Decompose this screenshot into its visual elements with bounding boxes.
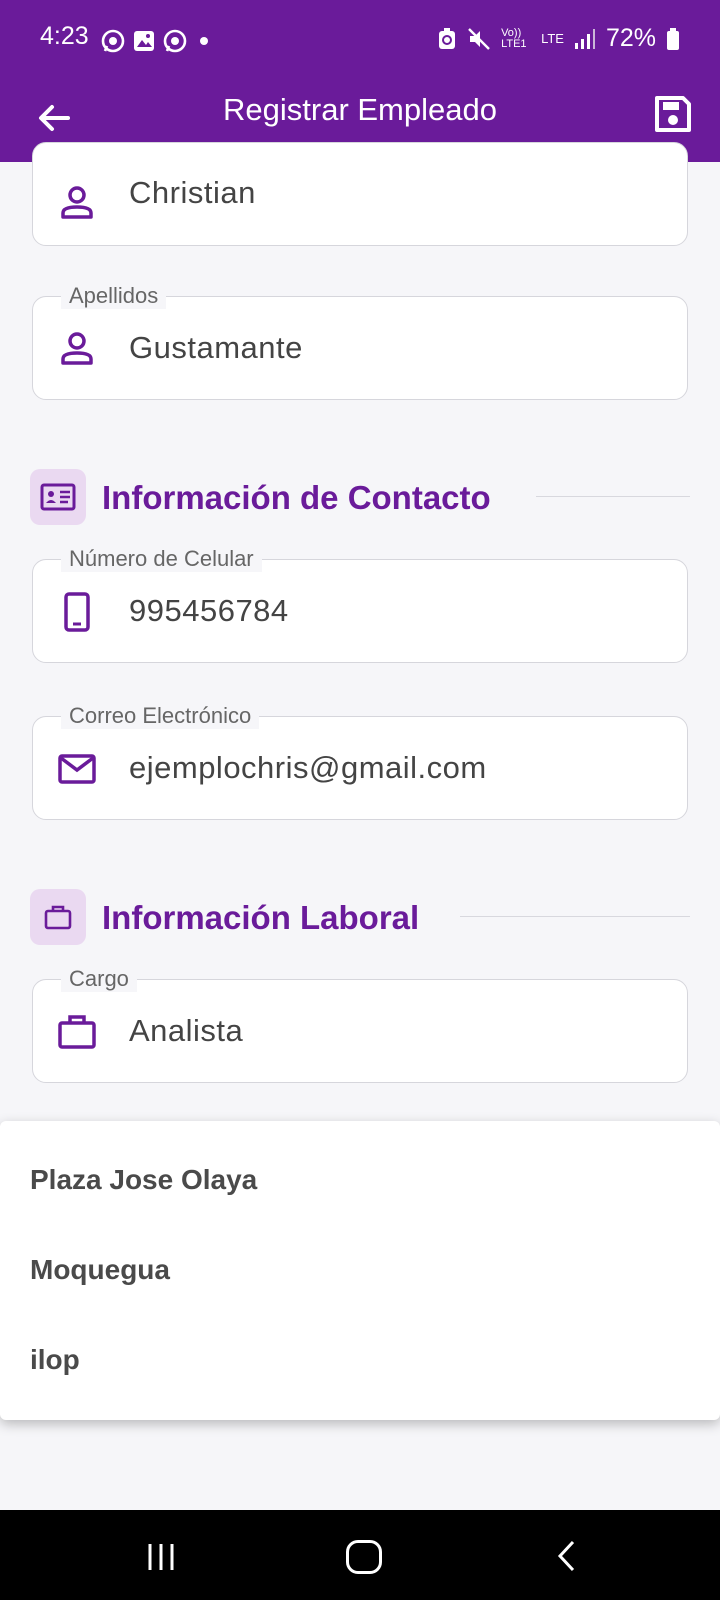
battery-text: 72% bbox=[605, 24, 656, 52]
cargo-value: Analista bbox=[129, 1013, 244, 1048]
whatsapp-icon bbox=[101, 29, 125, 53]
status-bar: 4:23 Vo)) LTE1 LTE 72% bbox=[0, 0, 720, 80]
phone-icon bbox=[64, 592, 90, 632]
section-divider bbox=[536, 496, 690, 497]
notification-icons bbox=[100, 28, 214, 54]
briefcase-icon bbox=[30, 889, 86, 945]
sede-dropdown-menu: Plaza Jose Olaya Moquegua ilop bbox=[0, 1121, 720, 1420]
whatsapp-icon bbox=[163, 29, 187, 53]
correo-value: ejemplochris@gmail.com bbox=[129, 750, 487, 785]
laboral-section-header: Información Laboral bbox=[30, 889, 690, 945]
signal-icon bbox=[574, 28, 595, 49]
cargo-field[interactable]: Cargo Analista bbox=[32, 966, 688, 1083]
celular-field[interactable]: Número de Celular 995456784 bbox=[32, 546, 688, 663]
home-icon[interactable] bbox=[346, 1540, 382, 1574]
network-label-volte: Vo)) LTE1 bbox=[501, 26, 527, 50]
gallery-icon bbox=[134, 31, 154, 51]
status-time: 4:23 bbox=[40, 22, 89, 50]
apellidos-label: Apellidos bbox=[61, 283, 167, 309]
page-title: Registrar Empleado bbox=[223, 92, 497, 127]
battery-icon bbox=[667, 27, 679, 50]
recent-apps-icon[interactable] bbox=[146, 1542, 176, 1572]
celular-label: Número de Celular bbox=[61, 546, 262, 572]
contact-card-icon bbox=[30, 469, 86, 525]
apellidos-field[interactable]: Apellidos Gustamante bbox=[32, 283, 688, 400]
dropdown-option[interactable]: Plaza Jose Olaya bbox=[30, 1164, 257, 1196]
section-divider bbox=[460, 916, 690, 917]
laboral-section-title: Información Laboral bbox=[102, 899, 420, 936]
network-label-lte: LTE bbox=[541, 31, 564, 46]
nav-back-icon[interactable] bbox=[555, 1540, 579, 1572]
dropdown-option[interactable]: ilop bbox=[30, 1344, 80, 1376]
dropdown-option[interactable]: Moquegua bbox=[30, 1254, 170, 1286]
nombres-value: Christian bbox=[129, 175, 256, 210]
nombres-field[interactable]: Christian bbox=[32, 142, 688, 246]
status-right: Vo)) LTE1 LTE 72% bbox=[437, 24, 680, 53]
battery-saver-icon bbox=[439, 27, 456, 49]
celular-value: 995456784 bbox=[129, 593, 289, 628]
mute-icon bbox=[468, 27, 490, 50]
apellidos-value: Gustamante bbox=[129, 330, 303, 365]
person-icon bbox=[61, 186, 93, 219]
mail-icon bbox=[58, 754, 96, 784]
correo-field[interactable]: Correo Electrónico ejemplochris@gmail.co… bbox=[32, 703, 688, 820]
briefcase-icon bbox=[58, 1015, 96, 1049]
correo-label: Correo Electrónico bbox=[61, 703, 260, 729]
contacto-section-title: Información de Contacto bbox=[102, 479, 491, 516]
contacto-section-header: Información de Contacto bbox=[30, 469, 690, 525]
person-icon bbox=[61, 332, 93, 365]
cargo-label: Cargo bbox=[61, 966, 137, 992]
dot-icon bbox=[200, 37, 208, 45]
system-nav-bar bbox=[0, 1510, 720, 1600]
